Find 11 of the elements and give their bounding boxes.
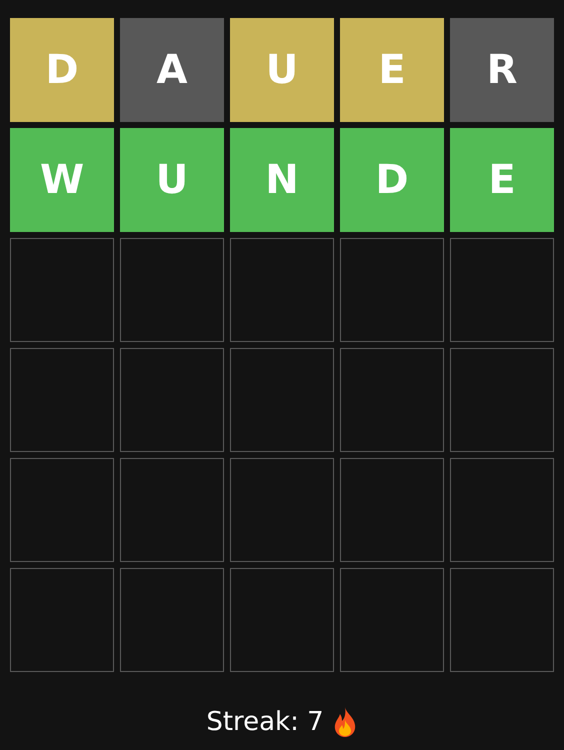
letter-tile: W <box>10 128 114 232</box>
letter-tile: R <box>450 18 554 122</box>
letter-tile: E <box>340 18 444 122</box>
letter-tile: D <box>10 18 114 122</box>
letter-tile: U <box>230 18 334 122</box>
letter-tile: A <box>120 18 224 122</box>
letter-tile: D <box>340 128 444 232</box>
letter-tile: E <box>450 128 554 232</box>
streak-label: Streak: 7 <box>206 707 324 737</box>
letter-tile: U <box>120 128 224 232</box>
letter-tile: N <box>230 128 334 232</box>
